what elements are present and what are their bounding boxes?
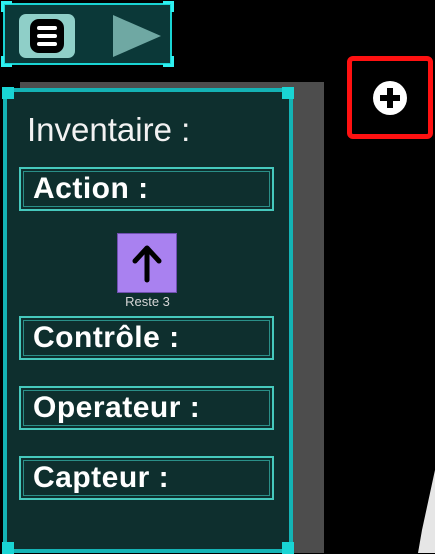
play-triangle-icon [113, 15, 161, 57]
inventory-title: Inventaire : [27, 111, 191, 148]
add-button[interactable] [347, 56, 433, 139]
toolbar-corner [1, 56, 12, 67]
action-item-move-up[interactable] [117, 233, 177, 293]
section-capteur-header: Capteur : [19, 456, 274, 500]
item-remaining-count: Reste 3 [125, 294, 170, 309]
play-button[interactable] [109, 13, 163, 59]
toolbar-corner [1, 1, 12, 12]
menu-button[interactable] [19, 14, 75, 58]
section-action-header: Action : [19, 167, 274, 211]
panel-corner [2, 87, 14, 99]
toolbar-corner [163, 1, 174, 12]
panel-corner [282, 542, 294, 554]
top-toolbar [1, 1, 174, 67]
section-operateur-header: Operateur : [19, 386, 274, 430]
panel-corner [2, 542, 14, 554]
section-controle-label: Contrôle : [33, 321, 180, 354]
toolbar-corner [163, 56, 174, 67]
section-controle-header: Contrôle : [19, 316, 274, 360]
section-action-label: Action : [33, 172, 149, 205]
plus-circle-icon [373, 80, 407, 115]
up-arrow-icon [132, 245, 162, 283]
hamburger-menu-icon [30, 19, 64, 53]
section-operateur-label: Operateur : [33, 391, 201, 424]
scene-object-fragment [418, 470, 435, 553]
section-capteur-label: Capteur : [33, 461, 170, 494]
panel-corner [282, 87, 294, 99]
